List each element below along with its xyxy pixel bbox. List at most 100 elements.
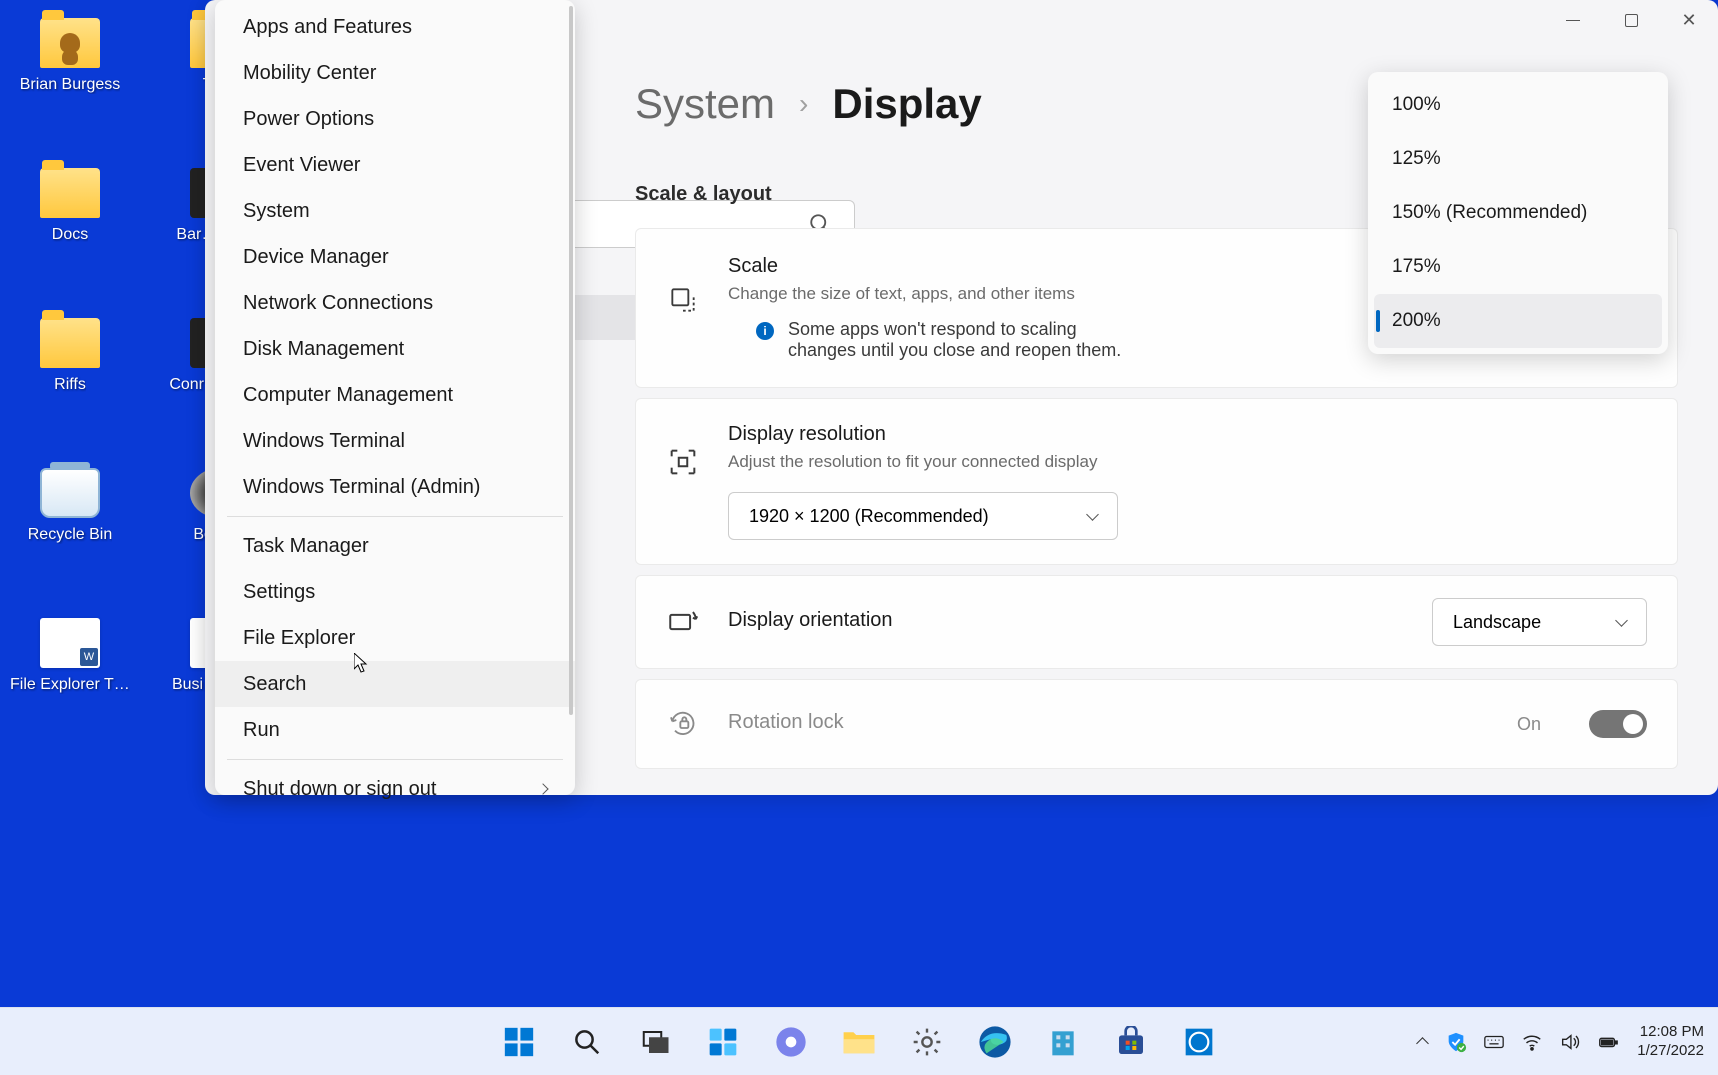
desktop-icon-label: Riffs [54, 376, 86, 394]
microsoft-store-button[interactable] [1105, 1016, 1157, 1068]
rotation-lock-toggle[interactable] [1589, 710, 1647, 738]
winx-item-search[interactable]: Search [215, 661, 575, 707]
chevron-right-icon: › [799, 88, 808, 120]
desktop-icon-label: Docs [52, 226, 88, 244]
scrollbar[interactable] [569, 6, 573, 715]
file-explorer-button[interactable] [833, 1016, 885, 1068]
menu-separator [227, 759, 563, 760]
winx-item-label: Apps and Features [243, 16, 412, 39]
close-button[interactable]: ✕ [1660, 0, 1718, 40]
scale-option-175[interactable]: 175% [1374, 240, 1662, 294]
desktop-icon-user[interactable]: Brian Burgess [10, 18, 130, 94]
winx-item-network-connections[interactable]: Network Connections [215, 280, 575, 326]
settings-taskbar-button[interactable] [901, 1016, 953, 1068]
orientation-card[interactable]: Display orientation Landscape [635, 575, 1678, 669]
resolution-title: Display resolution [728, 423, 1647, 446]
winx-item-label: System [243, 200, 310, 223]
chevron-down-icon [1086, 508, 1099, 521]
edge-button[interactable] [969, 1016, 1021, 1068]
folder-icon [40, 168, 100, 218]
battery-icon [1597, 1031, 1619, 1053]
resolution-value: 1920 × 1200 (Recommended) [749, 506, 989, 527]
menu-separator [227, 516, 563, 517]
resolution-body: Display resolution Adjust the resolution… [728, 423, 1647, 541]
winx-item-windows-terminal[interactable]: Windows Terminal [215, 418, 575, 464]
tray-overflow-button[interactable] [1416, 1037, 1429, 1050]
winx-item-power-options[interactable]: Power Options [215, 96, 575, 142]
orientation-icon [666, 605, 700, 639]
winx-item-label: Task Manager [243, 535, 369, 558]
winx-item-system[interactable]: System [215, 188, 575, 234]
desktop-icon-word-doc[interactable]: File Explorer This PC Wi... [10, 618, 130, 694]
breadcrumb-parent[interactable]: System [635, 80, 775, 128]
task-view-button[interactable] [629, 1016, 681, 1068]
desktop-icon-label: Brian Burgess [20, 76, 121, 94]
orientation-value: Landscape [1453, 612, 1541, 633]
winx-item-event-viewer[interactable]: Event Viewer [215, 142, 575, 188]
teams-button[interactable] [765, 1016, 817, 1068]
scale-dropdown-flyout: 100% 125% 150% (Recommended) 175% 200% [1368, 72, 1668, 354]
minimize-button[interactable] [1544, 0, 1602, 40]
orientation-dropdown[interactable]: Landscape [1432, 598, 1647, 646]
winx-item-mobility-center[interactable]: Mobility Center [215, 50, 575, 96]
winx-item-apps-and-features[interactable]: Apps and Features [215, 4, 575, 50]
taskbar: 12:08 PM 1/27/2022 [0, 1007, 1718, 1075]
winx-item-disk-management[interactable]: Disk Management [215, 326, 575, 372]
desktop-icon-riffs[interactable]: Riffs [10, 318, 130, 394]
word-doc-icon [40, 618, 100, 668]
winx-item-shut-down-or-sign-out[interactable]: Shut down or sign out [215, 766, 575, 812]
window-titlebar: ✕ [1544, 0, 1718, 50]
clock[interactable]: 12:08 PM 1/27/2022 [1637, 1023, 1704, 1061]
chevron-down-icon [1615, 614, 1628, 627]
store-icon [1115, 1026, 1147, 1058]
resolution-card[interactable]: Display resolution Adjust the resolution… [635, 398, 1678, 566]
winx-item-label: Event Viewer [243, 154, 360, 177]
scale-icon [666, 283, 700, 317]
winx-item-label: Power Options [243, 108, 374, 131]
minimize-icon [1566, 20, 1580, 21]
winx-item-label: Network Connections [243, 292, 433, 315]
scale-option-150[interactable]: 150% (Recommended) [1374, 186, 1662, 240]
edge-icon [978, 1025, 1012, 1059]
widgets-icon [707, 1026, 739, 1058]
winx-item-label: Computer Management [243, 384, 453, 407]
systray[interactable] [1445, 1031, 1619, 1053]
teams-chat-icon [775, 1026, 807, 1058]
dell-app-button[interactable] [1173, 1016, 1225, 1068]
scale-option-125[interactable]: 125% [1374, 132, 1662, 186]
resolution-subtitle: Adjust the resolution to fit your connec… [728, 450, 1647, 475]
winx-item-label: Device Manager [243, 246, 389, 269]
resolution-dropdown[interactable]: 1920 × 1200 (Recommended) [728, 492, 1118, 540]
desktop-icon-recycle-bin[interactable]: Recycle Bin [10, 468, 130, 544]
scale-note-text: Some apps won't respond to scaling chang… [788, 319, 1148, 361]
chevron-right-icon [537, 783, 548, 794]
widgets-button[interactable] [697, 1016, 749, 1068]
winx-item-device-manager[interactable]: Device Manager [215, 234, 575, 280]
winx-item-computer-management[interactable]: Computer Management [215, 372, 575, 418]
winx-item-label: Settings [243, 581, 315, 604]
winx-item-label: Run [243, 719, 280, 742]
winx-item-task-manager[interactable]: Task Manager [215, 523, 575, 569]
winx-item-windows-terminal-admin-[interactable]: Windows Terminal (Admin) [215, 464, 575, 510]
folder-icon [40, 318, 100, 368]
winx-item-label: Mobility Center [243, 62, 376, 85]
winx-item-run[interactable]: Run [215, 707, 575, 753]
desktop-icon-label: Recycle Bin [28, 526, 112, 544]
rotation-lock-title: Rotation lock [728, 711, 1489, 734]
winx-item-settings[interactable]: Settings [215, 569, 575, 615]
windows-logo-icon [502, 1025, 536, 1059]
user-folder-icon [40, 18, 100, 68]
winx-item-file-explorer[interactable]: File Explorer [215, 615, 575, 661]
resolution-icon [666, 445, 700, 479]
maximize-button[interactable] [1602, 0, 1660, 40]
scale-option-200[interactable]: 200% [1374, 294, 1662, 348]
company-portal-button[interactable] [1037, 1016, 1089, 1068]
start-button[interactable] [493, 1016, 545, 1068]
winx-item-label: Windows Terminal [243, 430, 405, 453]
winx-item-label: File Explorer [243, 627, 355, 650]
scale-option-100[interactable]: 100% [1374, 78, 1662, 132]
clock-time: 12:08 PM [1637, 1023, 1704, 1042]
search-button[interactable] [561, 1016, 613, 1068]
desktop-icon-docs[interactable]: Docs [10, 168, 130, 244]
dell-icon [1183, 1026, 1215, 1058]
